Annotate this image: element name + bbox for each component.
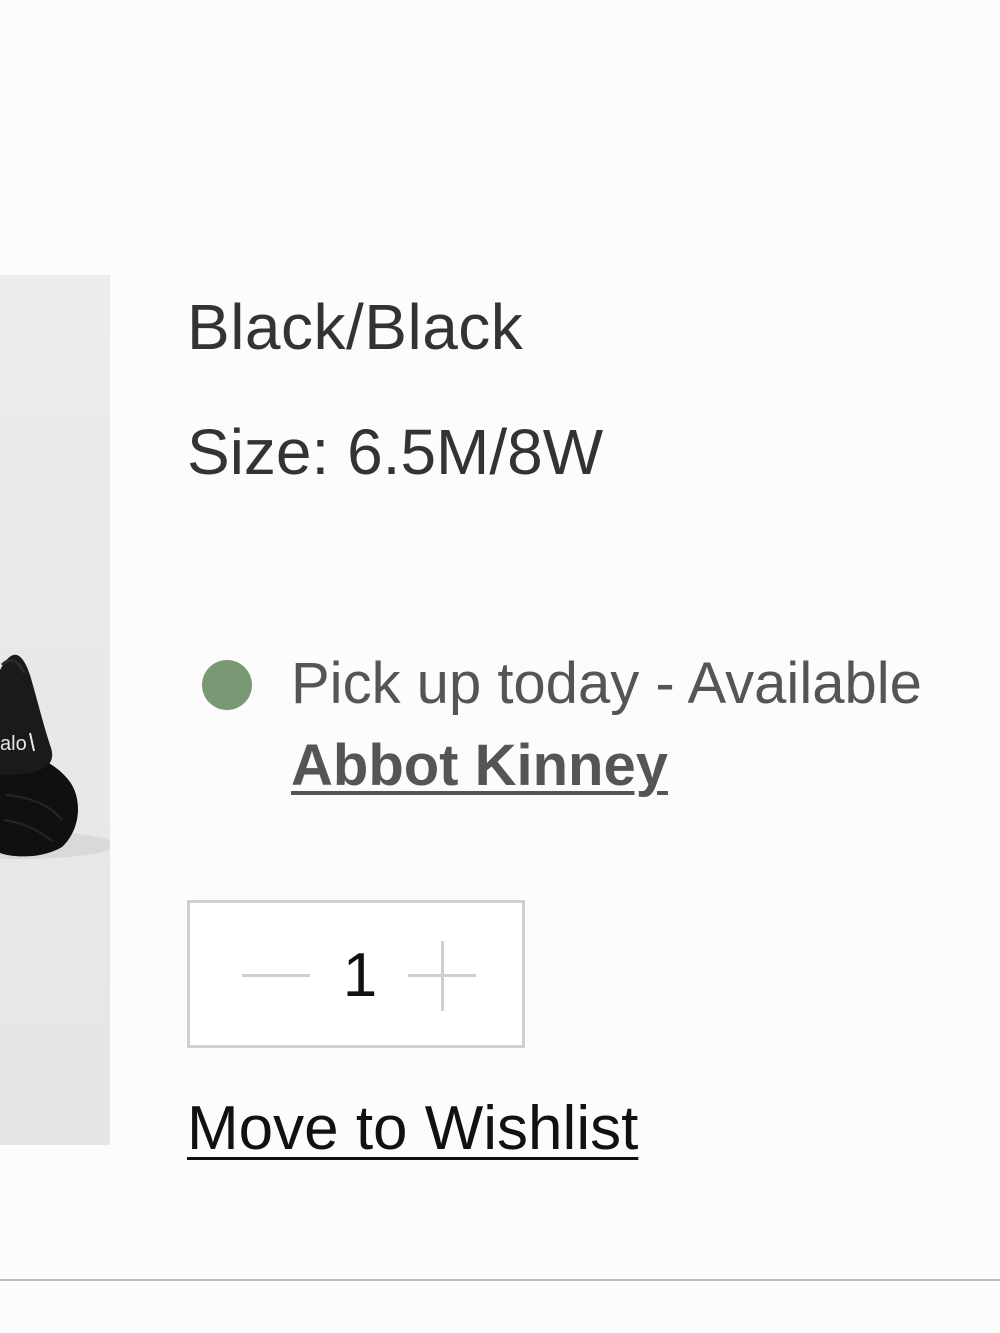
move-to-wishlist-link[interactable]: Move to Wishlist: [187, 1093, 638, 1164]
quantity-value: 1: [342, 941, 378, 1010]
shoe-upper: [0, 654, 53, 775]
pickup-availability: Pick up today - Available Abbot Kinney: [202, 650, 1000, 810]
shoe-logo: alo: [0, 733, 27, 755]
product-thumbnail-image[interactable]: alo: [0, 275, 110, 1145]
quantity-stepper: 1: [187, 900, 525, 1048]
product-color: Black/Black: [187, 291, 524, 363]
cart-item: alo Black/Black Size: 6.5M/8W Pick up to…: [0, 0, 1000, 1333]
pickup-store-link[interactable]: Abbot Kinney: [291, 732, 668, 799]
increase-quantity-button[interactable]: [408, 941, 478, 1011]
pickup-status-text: Pick up today - Available: [291, 651, 922, 716]
item-divider: [0, 1279, 1000, 1281]
availability-status-dot-icon: [202, 660, 252, 710]
product-size: Size: 6.5M/8W: [187, 416, 604, 488]
sneaker-image: alo: [0, 654, 110, 859]
decrease-quantity-button[interactable]: [242, 953, 312, 999]
